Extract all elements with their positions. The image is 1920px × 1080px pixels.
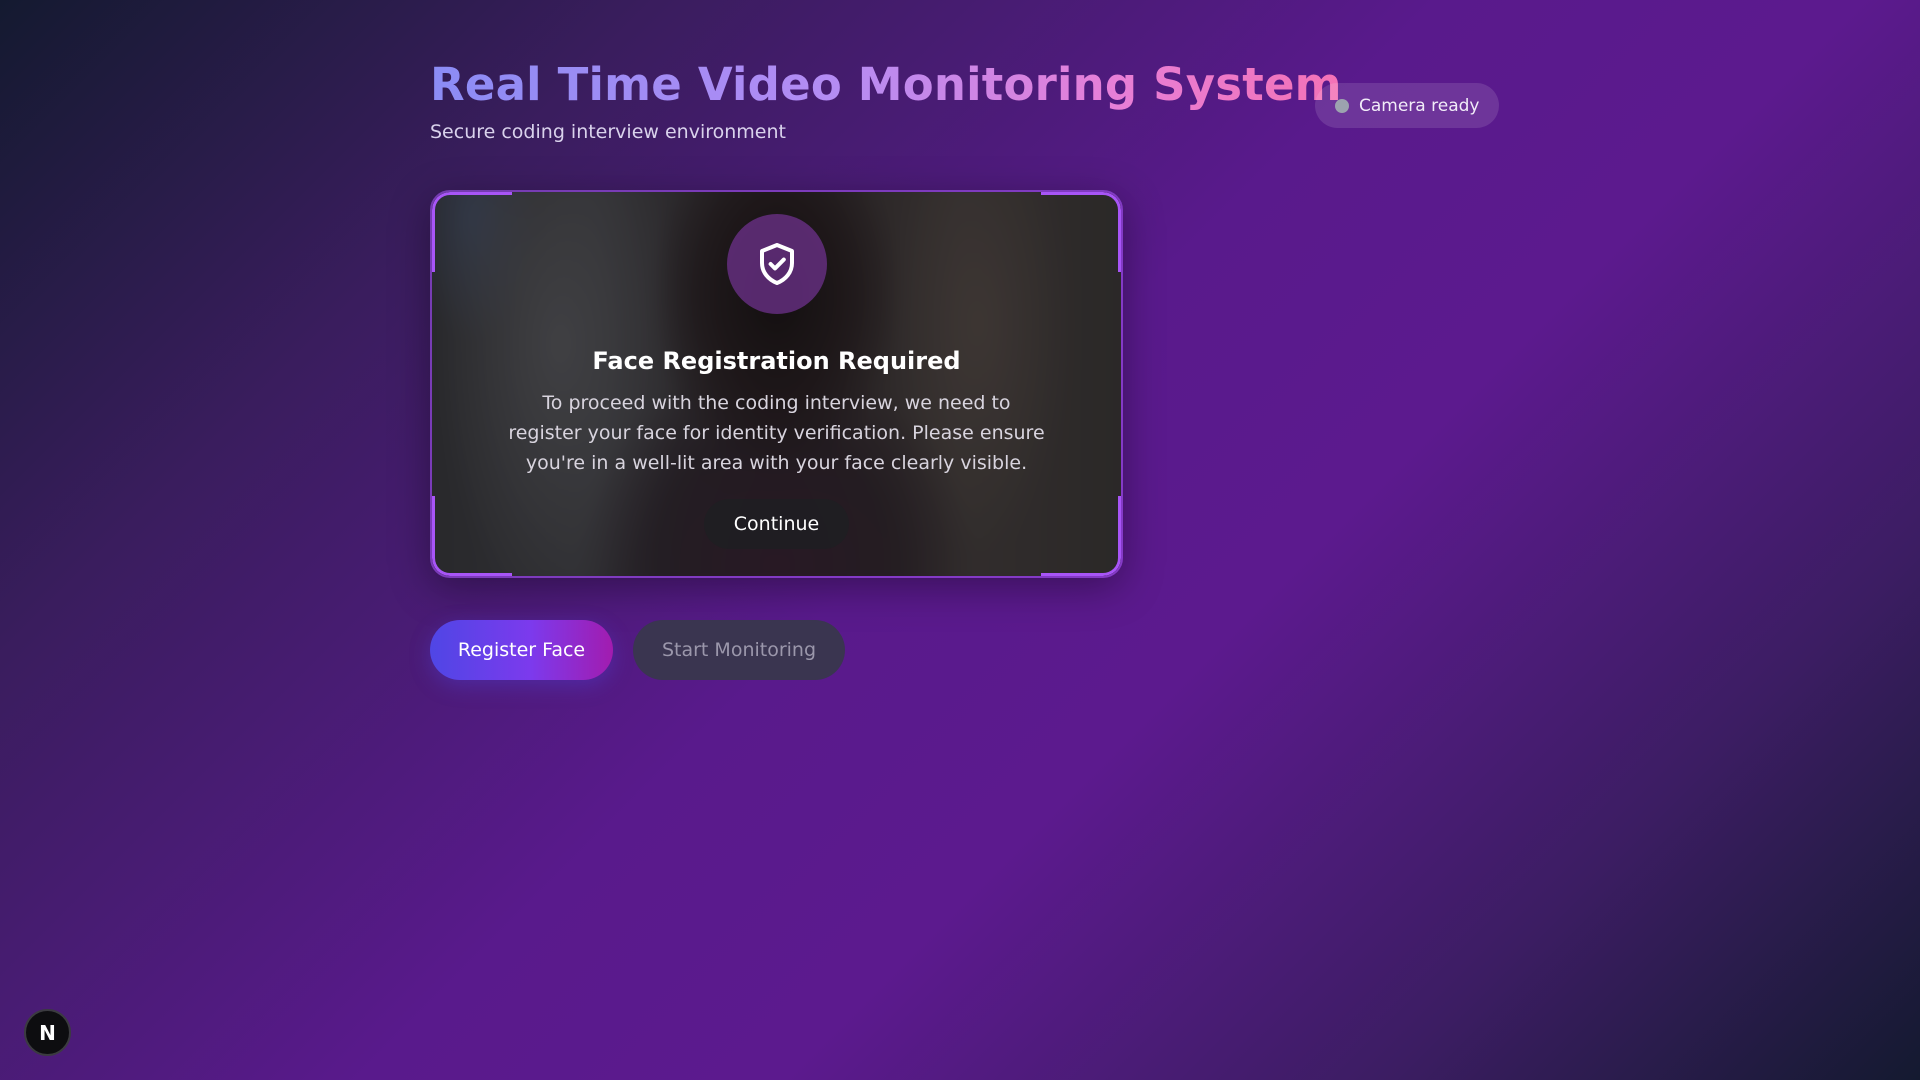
camera-status-badge: Camera ready (1315, 83, 1500, 128)
register-face-button[interactable]: Register Face (430, 620, 613, 680)
continue-button[interactable]: Continue (703, 499, 850, 549)
modal-title: Face Registration Required (592, 347, 961, 375)
modal-description: To proceed with the coding interview, we… (508, 392, 1045, 474)
dev-tools-badge[interactable]: N (24, 1009, 71, 1056)
status-dot-icon (1335, 98, 1349, 113)
page-subtitle: Secure coding interview environment (430, 121, 786, 143)
face-registration-modal: Face Registration Required To proceed wi… (432, 192, 1121, 576)
camera-status-label: Camera ready (1359, 95, 1480, 116)
page-title: Real Time Video Monitoring System (430, 58, 1342, 111)
start-monitoring-button[interactable]: Start Monitoring (633, 620, 845, 680)
dev-tools-letter: N (39, 1020, 56, 1045)
video-preview: Face Registration Required To proceed wi… (430, 190, 1123, 578)
shield-check-icon (726, 214, 827, 314)
page-header: Real Time Video Monitoring System Secure… (430, 58, 1342, 144)
action-bar: Register Face Start Monitoring (430, 620, 845, 680)
